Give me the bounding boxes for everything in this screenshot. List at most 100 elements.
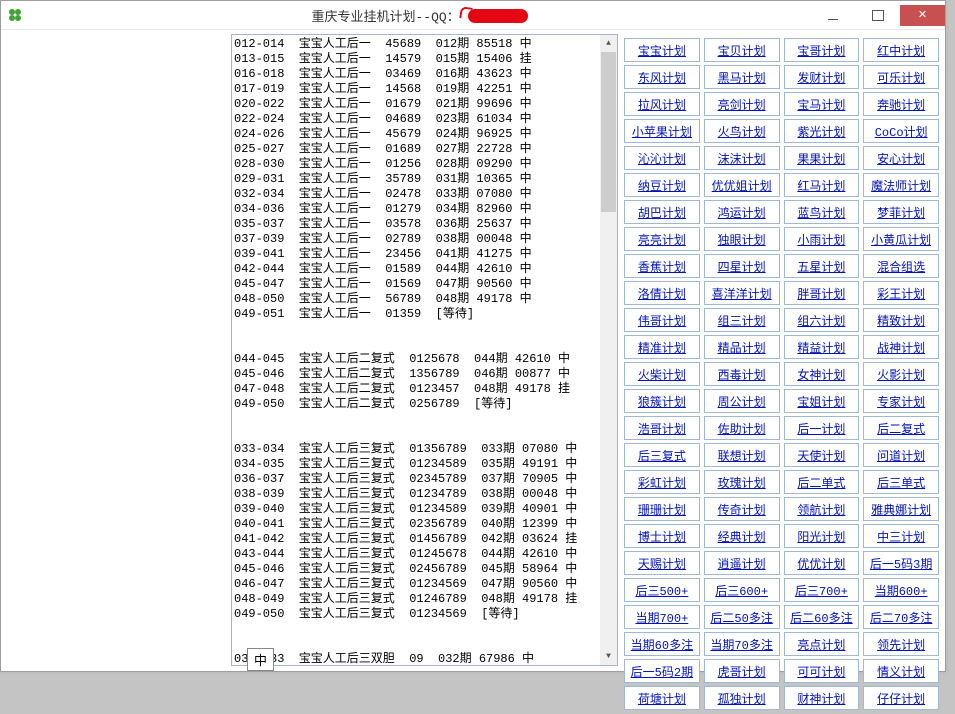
- plan-link[interactable]: 后一计划: [797, 420, 845, 437]
- plan-cell[interactable]: 联想计划: [704, 443, 780, 467]
- plan-link[interactable]: 后二50多注: [710, 609, 772, 626]
- plan-cell[interactable]: 珊珊计划: [624, 497, 700, 521]
- plan-link[interactable]: 喜洋洋计划: [712, 285, 772, 302]
- plan-link[interactable]: 当期60多注: [631, 636, 693, 653]
- plan-cell[interactable]: 亮剑计划: [704, 92, 780, 116]
- plan-cell[interactable]: 安心计划: [863, 146, 939, 170]
- plan-cell[interactable]: 宝马计划: [784, 92, 860, 116]
- plan-cell[interactable]: 后二60多注: [784, 605, 860, 629]
- plan-cell[interactable]: 彩虹计划: [624, 470, 700, 494]
- plan-link[interactable]: 亮亮计划: [638, 231, 686, 248]
- plan-cell[interactable]: 可可计划: [784, 659, 860, 683]
- plan-link[interactable]: 火鸟计划: [718, 123, 766, 140]
- plan-link[interactable]: 周公计划: [718, 393, 766, 410]
- plan-link[interactable]: 当期70多注: [710, 636, 772, 653]
- plan-link[interactable]: 宝姐计划: [797, 393, 845, 410]
- plan-cell[interactable]: 宝贝计划: [704, 38, 780, 62]
- plan-link[interactable]: 奔驰计划: [877, 96, 925, 113]
- plan-link[interactable]: 精准计划: [638, 339, 686, 356]
- plan-link[interactable]: 可可计划: [797, 663, 845, 680]
- scroll-thumb[interactable]: [601, 52, 616, 212]
- plan-cell[interactable]: 精致计划: [863, 308, 939, 332]
- plan-link[interactable]: 洛倩计划: [638, 285, 686, 302]
- plan-link[interactable]: 东风计划: [638, 69, 686, 86]
- plan-link[interactable]: 浩哥计划: [638, 420, 686, 437]
- plan-link[interactable]: 专家计划: [877, 393, 925, 410]
- plan-link[interactable]: 后三700+: [795, 582, 848, 599]
- plan-cell[interactable]: 宝哥计划: [784, 38, 860, 62]
- plan-cell[interactable]: 女神计划: [784, 362, 860, 386]
- plan-link[interactable]: 后三复式: [638, 447, 686, 464]
- plan-cell[interactable]: 专家计划: [863, 389, 939, 413]
- plan-cell[interactable]: 伟哥计划: [624, 308, 700, 332]
- plan-link[interactable]: 珊珊计划: [638, 501, 686, 518]
- plan-link[interactable]: 联想计划: [718, 447, 766, 464]
- close-button[interactable]: [900, 5, 945, 26]
- plan-link[interactable]: 胖哥计划: [797, 285, 845, 302]
- plan-cell[interactable]: 发财计划: [784, 65, 860, 89]
- plan-link[interactable]: 优优计划: [797, 555, 845, 572]
- plan-link[interactable]: 混合组选: [877, 258, 925, 275]
- plan-link[interactable]: 精益计划: [797, 339, 845, 356]
- plan-link[interactable]: 宝哥计划: [797, 42, 845, 59]
- plan-link[interactable]: 精致计划: [877, 312, 925, 329]
- plan-link[interactable]: 组六计划: [797, 312, 845, 329]
- plan-link[interactable]: 荷塘计划: [638, 690, 686, 707]
- plan-link[interactable]: 香蕉计划: [638, 258, 686, 275]
- plan-cell[interactable]: 精准计划: [624, 335, 700, 359]
- plan-cell[interactable]: 天使计划: [784, 443, 860, 467]
- plan-link[interactable]: 当期600+: [875, 582, 928, 599]
- plan-cell[interactable]: 精益计划: [784, 335, 860, 359]
- plan-cell[interactable]: 胡巴计划: [624, 200, 700, 224]
- plan-cell[interactable]: 后三复式: [624, 443, 700, 467]
- plan-cell[interactable]: 火柴计划: [624, 362, 700, 386]
- plan-link[interactable]: 西毒计划: [718, 366, 766, 383]
- plan-link[interactable]: 后三单式: [877, 474, 925, 491]
- plan-link[interactable]: 优优姐计划: [712, 177, 772, 194]
- plan-cell[interactable]: 玫瑰计划: [704, 470, 780, 494]
- plan-cell[interactable]: 拉风计划: [624, 92, 700, 116]
- plan-link[interactable]: 女神计划: [797, 366, 845, 383]
- plan-link[interactable]: 玫瑰计划: [718, 474, 766, 491]
- plan-link[interactable]: 小黄瓜计划: [871, 231, 931, 248]
- plan-cell[interactable]: 后三600+: [704, 578, 780, 602]
- plan-link[interactable]: 后二70多注: [870, 609, 932, 626]
- plan-cell[interactable]: 战神计划: [863, 335, 939, 359]
- plan-cell[interactable]: 当期600+: [863, 578, 939, 602]
- plan-link[interactable]: 火影计划: [877, 366, 925, 383]
- plan-cell[interactable]: 东风计划: [624, 65, 700, 89]
- plan-cell[interactable]: 周公计划: [704, 389, 780, 413]
- plan-cell[interactable]: 亮亮计划: [624, 227, 700, 251]
- plan-cell[interactable]: 经典计划: [704, 524, 780, 548]
- plan-link[interactable]: 雅典娜计划: [871, 501, 931, 518]
- plan-link[interactable]: 胡巴计划: [638, 204, 686, 221]
- plan-cell[interactable]: 后三500+: [624, 578, 700, 602]
- plan-link[interactable]: 经典计划: [718, 528, 766, 545]
- plan-link[interactable]: 魔法师计划: [871, 177, 931, 194]
- plan-cell[interactable]: 西毒计划: [704, 362, 780, 386]
- plan-cell[interactable]: 后一计划: [784, 416, 860, 440]
- plan-link[interactable]: 领先计划: [877, 636, 925, 653]
- plan-cell[interactable]: 佐助计划: [704, 416, 780, 440]
- plan-cell[interactable]: 仔仔计划: [863, 686, 939, 710]
- plan-cell[interactable]: 当期70多注: [704, 632, 780, 656]
- plan-cell[interactable]: 胖哥计划: [784, 281, 860, 305]
- plan-link[interactable]: 安心计划: [877, 150, 925, 167]
- plan-link[interactable]: 狼簇计划: [638, 393, 686, 410]
- plan-link[interactable]: 小雨计划: [797, 231, 845, 248]
- plan-cell[interactable]: 逍遥计划: [704, 551, 780, 575]
- plan-link[interactable]: 战神计划: [877, 339, 925, 356]
- plan-cell[interactable]: 魔法师计划: [863, 173, 939, 197]
- plan-link[interactable]: 逍遥计划: [718, 555, 766, 572]
- plan-cell[interactable]: 喜洋洋计划: [704, 281, 780, 305]
- plan-cell[interactable]: 当期60多注: [624, 632, 700, 656]
- scroll-down-arrow[interactable]: ▼: [600, 648, 617, 665]
- plan-cell[interactable]: 五星计划: [784, 254, 860, 278]
- plan-cell[interactable]: 蓝鸟计划: [784, 200, 860, 224]
- plan-cell[interactable]: 优优计划: [784, 551, 860, 575]
- plan-cell[interactable]: 黑马计划: [704, 65, 780, 89]
- plan-cell[interactable]: 火影计划: [863, 362, 939, 386]
- plan-link[interactable]: 沫沫计划: [718, 150, 766, 167]
- plan-cell[interactable]: 狼簇计划: [624, 389, 700, 413]
- plan-link[interactable]: 五星计划: [797, 258, 845, 275]
